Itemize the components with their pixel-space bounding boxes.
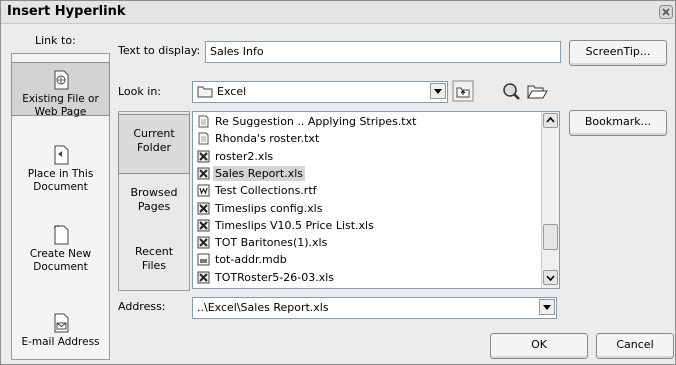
recent-files-label-2: Files bbox=[141, 259, 167, 272]
file-list-item[interactable]: Test Collections.rtf bbox=[193, 183, 537, 198]
chevron-down-icon bbox=[543, 305, 551, 310]
text-to-display-input[interactable]: Sales Info bbox=[205, 41, 561, 63]
file-list-item[interactable]: TOTRoster5-26-03.xls bbox=[193, 270, 537, 285]
file-name: Rhonda's roster.txt bbox=[215, 132, 320, 146]
chevron-down-icon bbox=[434, 89, 442, 94]
file-list[interactable]: Re Suggestion .. Applying Stripes.txt Rho… bbox=[192, 111, 560, 289]
recent-files-label-1: Recent bbox=[134, 245, 174, 258]
excel-file-icon bbox=[197, 202, 210, 214]
file-list-item[interactable]: Timeslips config.xls bbox=[193, 201, 537, 216]
browsed-pages-label-1: Browsed bbox=[130, 186, 178, 199]
chevron-up-icon bbox=[546, 116, 555, 123]
text-file-icon bbox=[198, 115, 209, 128]
screentip-button[interactable]: ScreenTip... bbox=[569, 40, 667, 66]
access-file-icon bbox=[197, 253, 210, 266]
link-to-label: Link to: bbox=[35, 34, 76, 47]
file-name: Sales Report.xls bbox=[213, 165, 306, 181]
cancel-button[interactable]: Cancel bbox=[596, 333, 674, 359]
up-folder-icon bbox=[452, 80, 474, 102]
browse-web-icon bbox=[503, 83, 520, 100]
existing-file-label-1: Existing File or bbox=[22, 93, 99, 105]
excel-file-icon bbox=[197, 236, 210, 249]
existing-file-label-2: Web Page bbox=[34, 106, 87, 118]
ok-button[interactable]: OK bbox=[490, 333, 588, 359]
address-label: Address: bbox=[118, 300, 166, 313]
excel-file-icon bbox=[197, 219, 210, 232]
file-name: tot-addr.mdb bbox=[215, 253, 287, 267]
link-existing-file-button[interactable]: Existing File or Web Page bbox=[11, 62, 110, 118]
browse-file-button[interactable] bbox=[526, 80, 548, 102]
file-name: Timeslips config.xls bbox=[215, 201, 323, 215]
new-document-icon bbox=[53, 225, 68, 245]
email-address-label: E-mail Address bbox=[21, 336, 100, 348]
word-file-icon bbox=[197, 184, 210, 197]
open-folder-icon bbox=[527, 85, 548, 99]
place-in-document-icon bbox=[54, 145, 68, 165]
look-in-label: Look in: bbox=[118, 85, 161, 98]
file-list-item[interactable]: Sales Report.xls bbox=[193, 165, 537, 181]
file-name: Re Suggestion .. Applying Stripes.txt bbox=[215, 115, 417, 128]
close-icon[interactable] bbox=[659, 5, 673, 19]
browsed-pages-label-2: Pages bbox=[137, 200, 171, 213]
scroll-up-button[interactable] bbox=[543, 113, 558, 128]
link-email-address-button[interactable]: E-mail Address bbox=[12, 312, 109, 354]
scroll-down-button[interactable] bbox=[543, 270, 558, 285]
chevron-down-icon bbox=[546, 275, 555, 282]
scroll-thumb[interactable] bbox=[543, 224, 558, 250]
address-input[interactable]: ..\Excel\Sales Report.xls bbox=[192, 297, 557, 319]
file-list-item[interactable]: Re Suggestion .. Applying Stripes.txt bbox=[193, 114, 537, 129]
title-bar: Insert Hyperlink bbox=[1, 1, 675, 24]
browsed-pages-button[interactable]: Browsed Pages bbox=[119, 182, 189, 224]
existing-file-icon bbox=[54, 70, 68, 90]
email-icon bbox=[54, 313, 68, 333]
file-name: roster2.xls bbox=[215, 149, 274, 163]
recent-files-button[interactable]: Recent Files bbox=[119, 237, 189, 279]
up-one-folder-button[interactable] bbox=[452, 80, 474, 102]
file-list-item[interactable]: tot-addr.mdb bbox=[193, 252, 537, 267]
insert-hyperlink-dialog: Insert Hyperlink Link to: Existing File … bbox=[0, 0, 676, 365]
place-in-document-label-2: Document bbox=[33, 181, 88, 193]
file-list-item[interactable]: Timeslips V10.5 Price List.xls bbox=[193, 218, 537, 233]
folder-icon bbox=[197, 86, 213, 98]
file-name: Timeslips V10.5 Price List.xls bbox=[215, 218, 374, 232]
current-folder-button[interactable]: Current Folder bbox=[118, 114, 190, 174]
create-new-document-label-1: Create New bbox=[29, 248, 92, 260]
look-in-panel: Current Folder Browsed Pages Recent File… bbox=[118, 111, 190, 291]
dialog-title: Insert Hyperlink bbox=[7, 4, 126, 19]
place-in-document-label-1: Place in This bbox=[27, 168, 94, 180]
create-new-document-label-2: Document bbox=[33, 261, 88, 273]
file-name: TOTRoster5-26-03.xls bbox=[215, 270, 335, 284]
text-to-display-value: Sales Info bbox=[210, 45, 264, 58]
address-value: ..\Excel\Sales Report.xls bbox=[197, 301, 329, 314]
file-name: TOT Baritones(1).xls bbox=[215, 236, 328, 250]
link-create-new-document-button[interactable]: Create New Document bbox=[12, 224, 109, 276]
look-in-dropdown-arrow[interactable] bbox=[430, 83, 446, 99]
file-list-item[interactable]: Rhonda's roster.txt bbox=[193, 131, 537, 146]
excel-file-icon bbox=[197, 150, 210, 163]
text-file-icon bbox=[198, 132, 209, 145]
file-list-scrollbar[interactable] bbox=[541, 112, 559, 288]
look-in-value: Excel bbox=[217, 85, 247, 98]
file-list-item[interactable]: roster2.xls bbox=[193, 149, 537, 164]
excel-file-icon bbox=[197, 167, 210, 180]
current-folder-label-1: Current bbox=[133, 127, 175, 140]
look-in-dropdown[interactable]: Excel bbox=[192, 81, 448, 103]
address-dropdown-arrow[interactable] bbox=[539, 299, 555, 315]
excel-file-icon bbox=[197, 271, 210, 284]
link-to-panel: Existing File or Web Page Place in This … bbox=[11, 53, 110, 360]
text-to-display-label: Text to display: bbox=[118, 44, 201, 57]
current-folder-label-2: Folder bbox=[137, 141, 171, 154]
browse-web-button[interactable] bbox=[500, 80, 522, 102]
bookmark-button[interactable]: Bookmark... bbox=[569, 110, 667, 136]
file-list-item[interactable]: TOT Baritones(1).xls bbox=[193, 235, 537, 250]
file-name: Test Collections.rtf bbox=[215, 184, 317, 198]
link-place-in-document-button[interactable]: Place in This Document bbox=[12, 144, 109, 196]
